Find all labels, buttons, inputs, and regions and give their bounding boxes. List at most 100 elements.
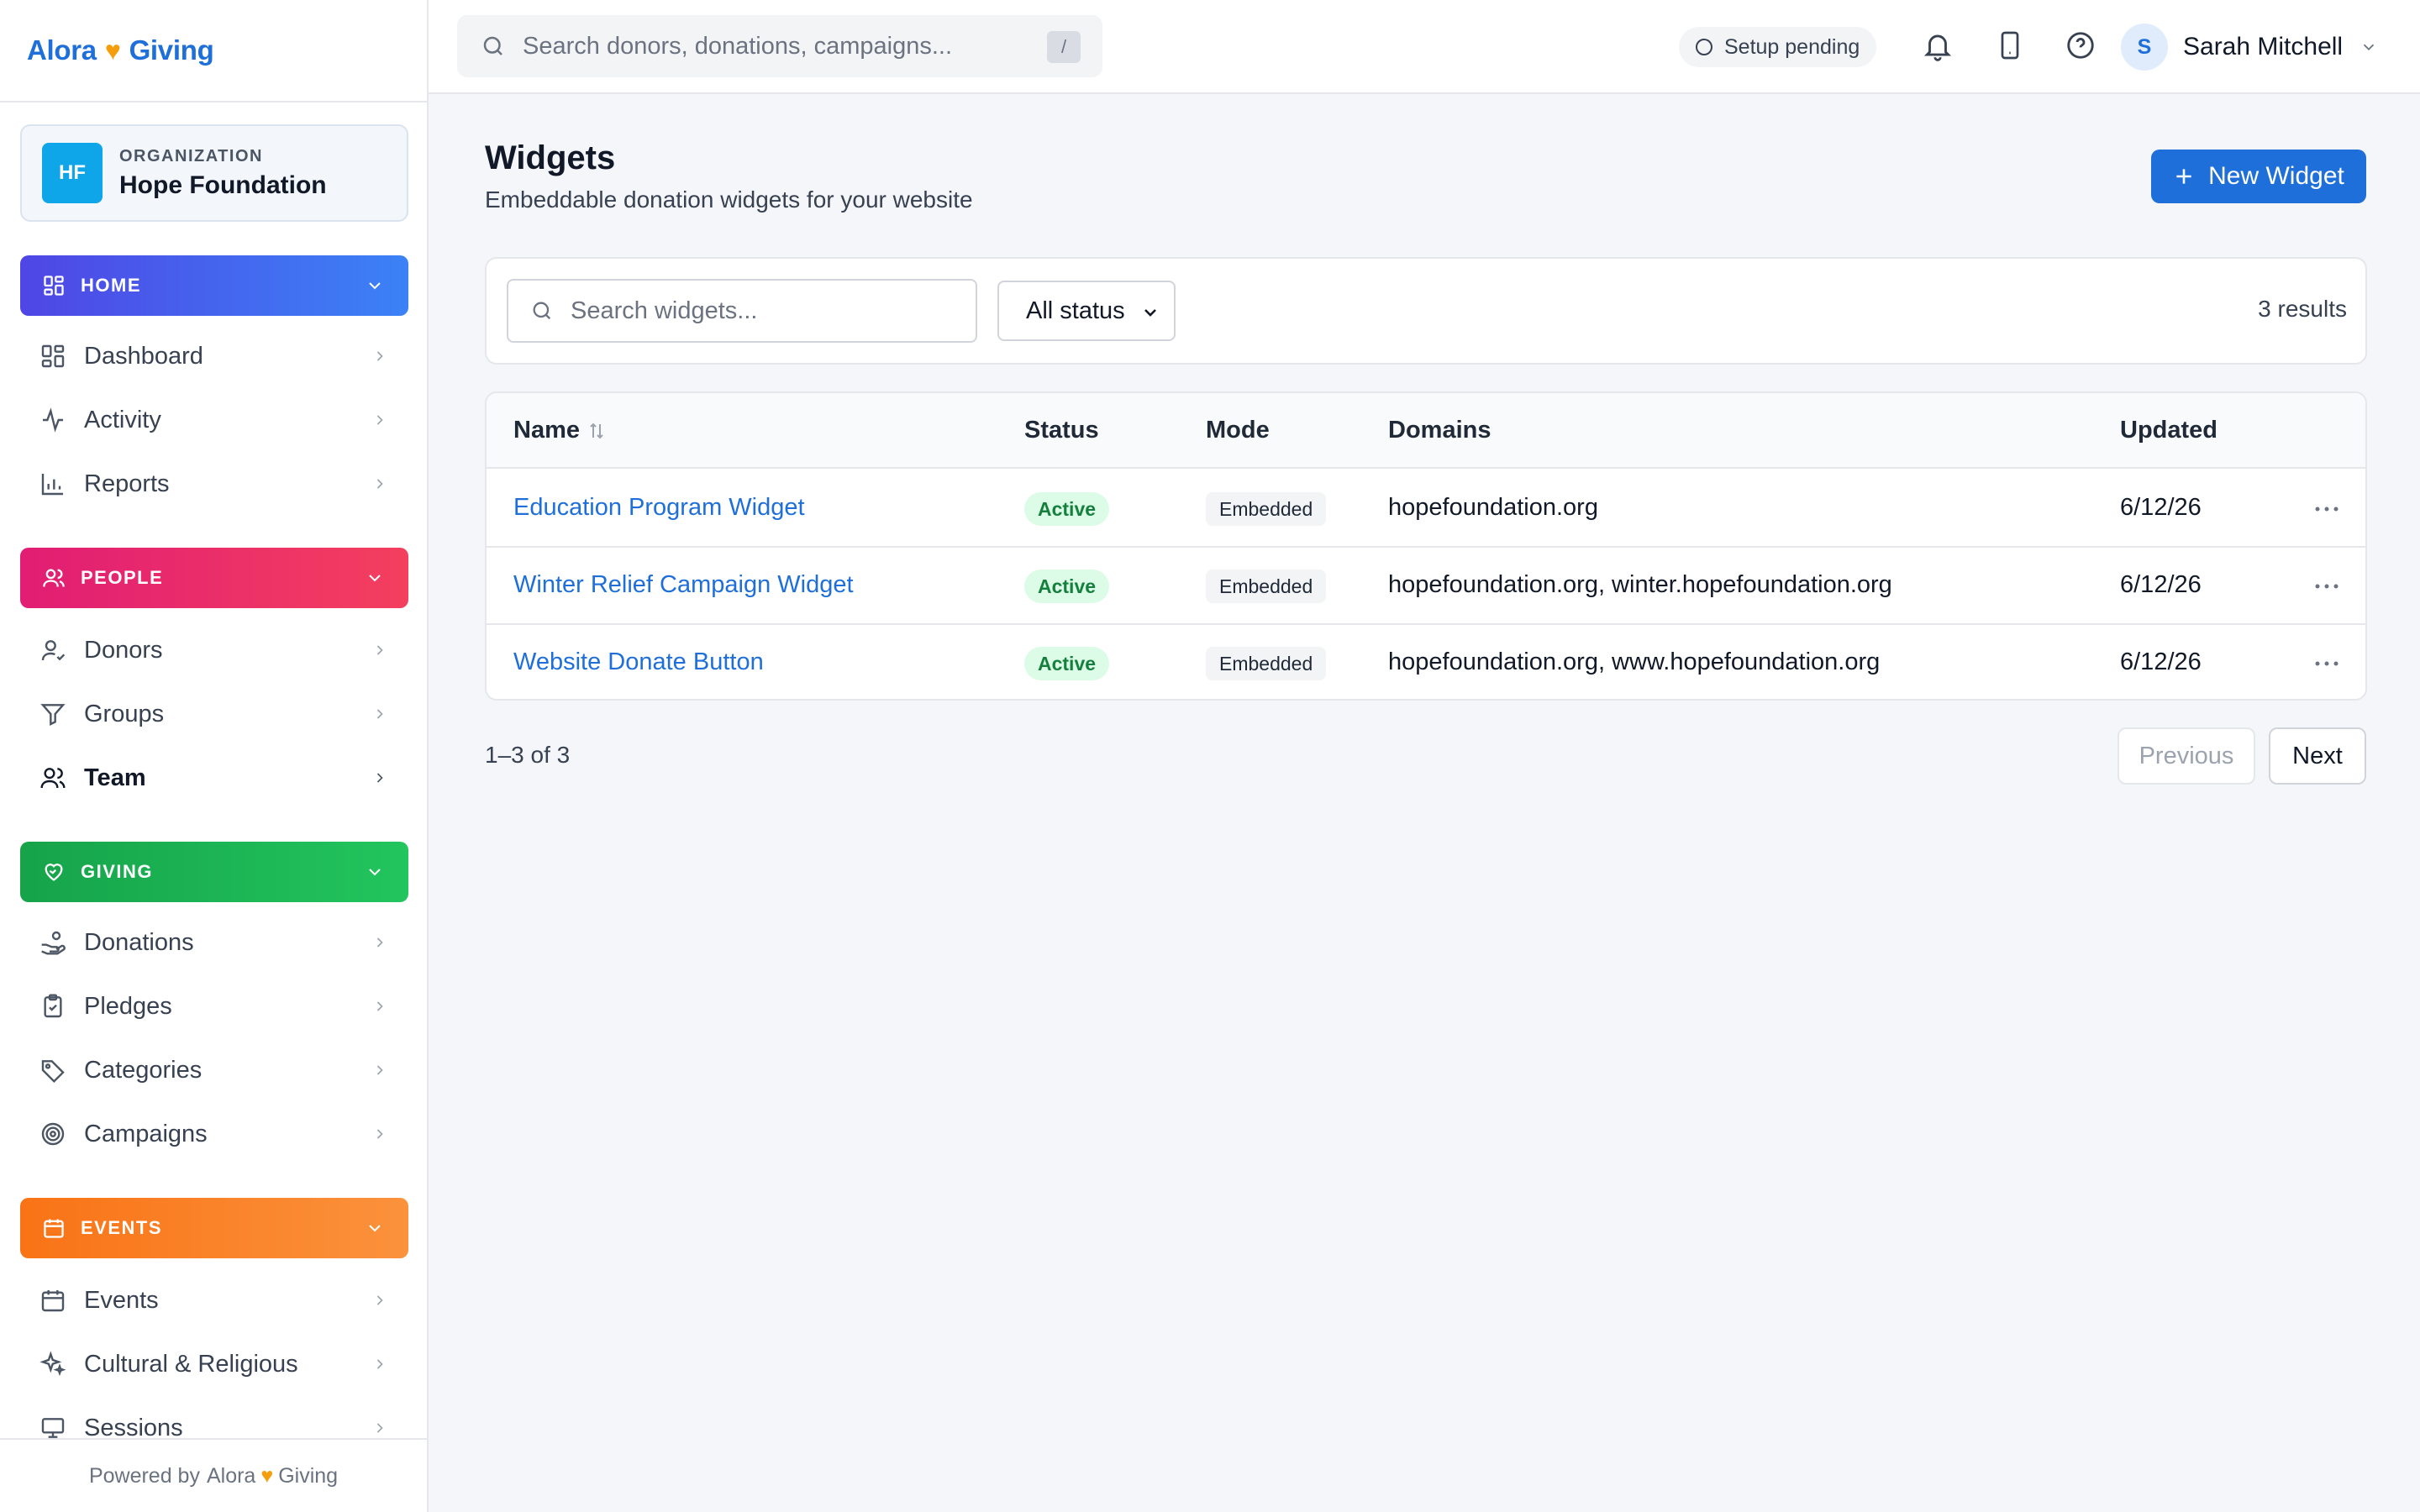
brand-logo[interactable]: Alora ♥ Giving bbox=[0, 0, 427, 102]
sidebar-item-reports[interactable]: Reports bbox=[20, 457, 408, 511]
help-icon[interactable] bbox=[2064, 29, 2097, 62]
column-header-name[interactable]: Name bbox=[513, 417, 607, 444]
topbar: Search donors, donations, campaigns... /… bbox=[429, 0, 2420, 94]
section-label: HOME bbox=[81, 275, 141, 296]
sidebar-item-pledges[interactable]: Pledges bbox=[20, 979, 408, 1033]
sort-icon bbox=[587, 421, 607, 441]
table-row[interactable]: Website Donate Button Active Embedded ho… bbox=[487, 625, 2365, 699]
heart-icon: ♥ bbox=[104, 34, 121, 66]
global-search-placeholder: Search donors, donations, campaigns... bbox=[523, 32, 953, 60]
status-badge: Active bbox=[1024, 647, 1110, 680]
calendar-icon bbox=[42, 1216, 66, 1240]
chevron-right-icon bbox=[371, 475, 388, 492]
organization-kicker: ORGANIZATION bbox=[119, 146, 263, 165]
search-shortcut-key: / bbox=[1047, 31, 1081, 63]
section-people[interactable]: PEOPLE bbox=[20, 548, 408, 608]
next-page-button[interactable]: Next bbox=[2269, 727, 2366, 785]
widget-search-field[interactable] bbox=[507, 279, 977, 343]
domains-cell: hopefoundation.org, www.hopefoundation.o… bbox=[1388, 648, 1881, 675]
domains-cell: hopefoundation.org, winter.hopefoundatio… bbox=[1388, 571, 1892, 598]
previous-page-button[interactable]: Previous bbox=[2118, 727, 2255, 785]
column-header-status: Status bbox=[1024, 417, 1099, 444]
widget-name-link[interactable]: Winter Relief Campaign Widget bbox=[513, 571, 854, 599]
brand-name-left: Alora bbox=[27, 34, 97, 66]
target-icon bbox=[39, 1120, 67, 1148]
sidebar-item-donations[interactable]: Donations bbox=[20, 916, 408, 969]
sidebar-item-campaigns[interactable]: Campaigns bbox=[20, 1107, 408, 1161]
user-name: Sarah Mitchell bbox=[2183, 33, 2344, 60]
powered-brand-left: Alora bbox=[206, 1463, 256, 1488]
more-horizontal-icon[interactable] bbox=[2312, 497, 2342, 521]
powered-by-footer: Powered by Alora ♥ Giving bbox=[0, 1438, 427, 1512]
users-icon bbox=[39, 764, 67, 792]
section-giving[interactable]: GIVING bbox=[20, 842, 408, 902]
chevron-right-icon bbox=[371, 412, 388, 428]
column-header-domains: Domains bbox=[1388, 417, 1491, 444]
sidebar-item-events[interactable]: Events bbox=[20, 1273, 408, 1327]
table-row[interactable]: Winter Relief Campaign Widget Active Emb… bbox=[487, 548, 2365, 625]
mode-badge: Embedded bbox=[1206, 647, 1327, 680]
status-filter-select[interactable]: All status bbox=[997, 281, 1176, 341]
section-home[interactable]: HOME bbox=[20, 255, 408, 316]
mobile-icon[interactable] bbox=[1993, 29, 2027, 62]
table-header: Name Status Mode Domains Updated bbox=[487, 393, 2365, 469]
sidebar-item-dashboard[interactable]: Dashboard bbox=[20, 329, 408, 383]
chevron-down-icon bbox=[365, 276, 385, 296]
chevron-right-icon bbox=[371, 1356, 388, 1373]
status-badge: Active bbox=[1024, 570, 1110, 603]
chevron-down-icon bbox=[365, 862, 385, 882]
sidebar-item-label: Team bbox=[84, 764, 146, 791]
section-events[interactable]: EVENTS bbox=[20, 1198, 408, 1258]
setup-status-badge[interactable]: Setup pending bbox=[1679, 27, 1877, 67]
updated-cell: 6/12/26 bbox=[2120, 571, 2202, 598]
new-widget-label: New Widget bbox=[2208, 162, 2344, 190]
section-label: PEOPLE bbox=[81, 567, 164, 588]
bell-icon[interactable] bbox=[1921, 29, 1954, 62]
sparkles-icon bbox=[39, 1350, 67, 1378]
brand-name-right: Giving bbox=[129, 34, 214, 66]
sidebar-item-activity[interactable]: Activity bbox=[20, 393, 408, 447]
widget-search-input[interactable] bbox=[571, 297, 957, 325]
bar-chart-icon bbox=[39, 470, 67, 498]
widget-name-link[interactable]: Website Donate Button bbox=[513, 648, 764, 676]
sidebar-item-groups[interactable]: Groups bbox=[20, 687, 408, 741]
chevron-down-icon bbox=[365, 1218, 385, 1238]
chevron-right-icon bbox=[371, 934, 388, 951]
more-horizontal-icon[interactable] bbox=[2312, 575, 2342, 598]
hand-coins-icon bbox=[39, 928, 67, 957]
chevron-right-icon bbox=[371, 998, 388, 1015]
chevron-right-icon bbox=[371, 706, 388, 722]
new-widget-button[interactable]: New Widget bbox=[2151, 150, 2366, 203]
setup-status-label: Setup pending bbox=[1724, 34, 1860, 59]
updated-cell: 6/12/26 bbox=[2120, 648, 2202, 675]
chevron-right-icon bbox=[371, 1420, 388, 1436]
powered-brand-right: Giving bbox=[278, 1463, 339, 1488]
sidebar-item-categories[interactable]: Categories bbox=[20, 1043, 408, 1097]
user-menu[interactable]: S Sarah Mitchell bbox=[2121, 23, 2378, 71]
table-row[interactable]: Education Program Widget Active Embedded… bbox=[487, 470, 2365, 548]
filter-icon bbox=[39, 700, 67, 728]
section-label: EVENTS bbox=[81, 1217, 163, 1238]
page-subtitle: Embeddable donation widgets for your web… bbox=[485, 186, 973, 213]
sidebar-item-cultural-religious[interactable]: Cultural & Religious bbox=[20, 1337, 408, 1391]
calendar-icon bbox=[39, 1286, 67, 1315]
widget-name-link[interactable]: Education Program Widget bbox=[513, 494, 805, 522]
sidebar-item-label: Campaigns bbox=[84, 1120, 208, 1147]
sidebar-item-label: Groups bbox=[84, 700, 165, 727]
sidebar-item-label: Categories bbox=[84, 1056, 203, 1084]
sidebar-item-donors[interactable]: Donors bbox=[20, 623, 408, 677]
column-header-label: Name bbox=[513, 417, 580, 444]
organization-switcher[interactable]: HF ORGANIZATION Hope Foundation bbox=[20, 124, 408, 222]
sidebar-item-team[interactable]: Team bbox=[20, 751, 408, 805]
status-filter-value: All status bbox=[1026, 297, 1125, 324]
global-search-input[interactable]: Search donors, donations, campaigns... / bbox=[457, 15, 1102, 77]
grid-icon bbox=[39, 342, 67, 370]
organization-name: Hope Foundation bbox=[119, 171, 327, 199]
chevron-down-icon bbox=[1140, 302, 1160, 323]
pagination-range: 1–3 of 3 bbox=[485, 742, 571, 768]
chevron-right-icon bbox=[371, 1126, 388, 1142]
mode-badge: Embedded bbox=[1206, 570, 1327, 603]
more-horizontal-icon[interactable] bbox=[2312, 652, 2342, 675]
sidebar-item-label: Donations bbox=[84, 928, 194, 956]
grid-icon bbox=[42, 274, 66, 297]
